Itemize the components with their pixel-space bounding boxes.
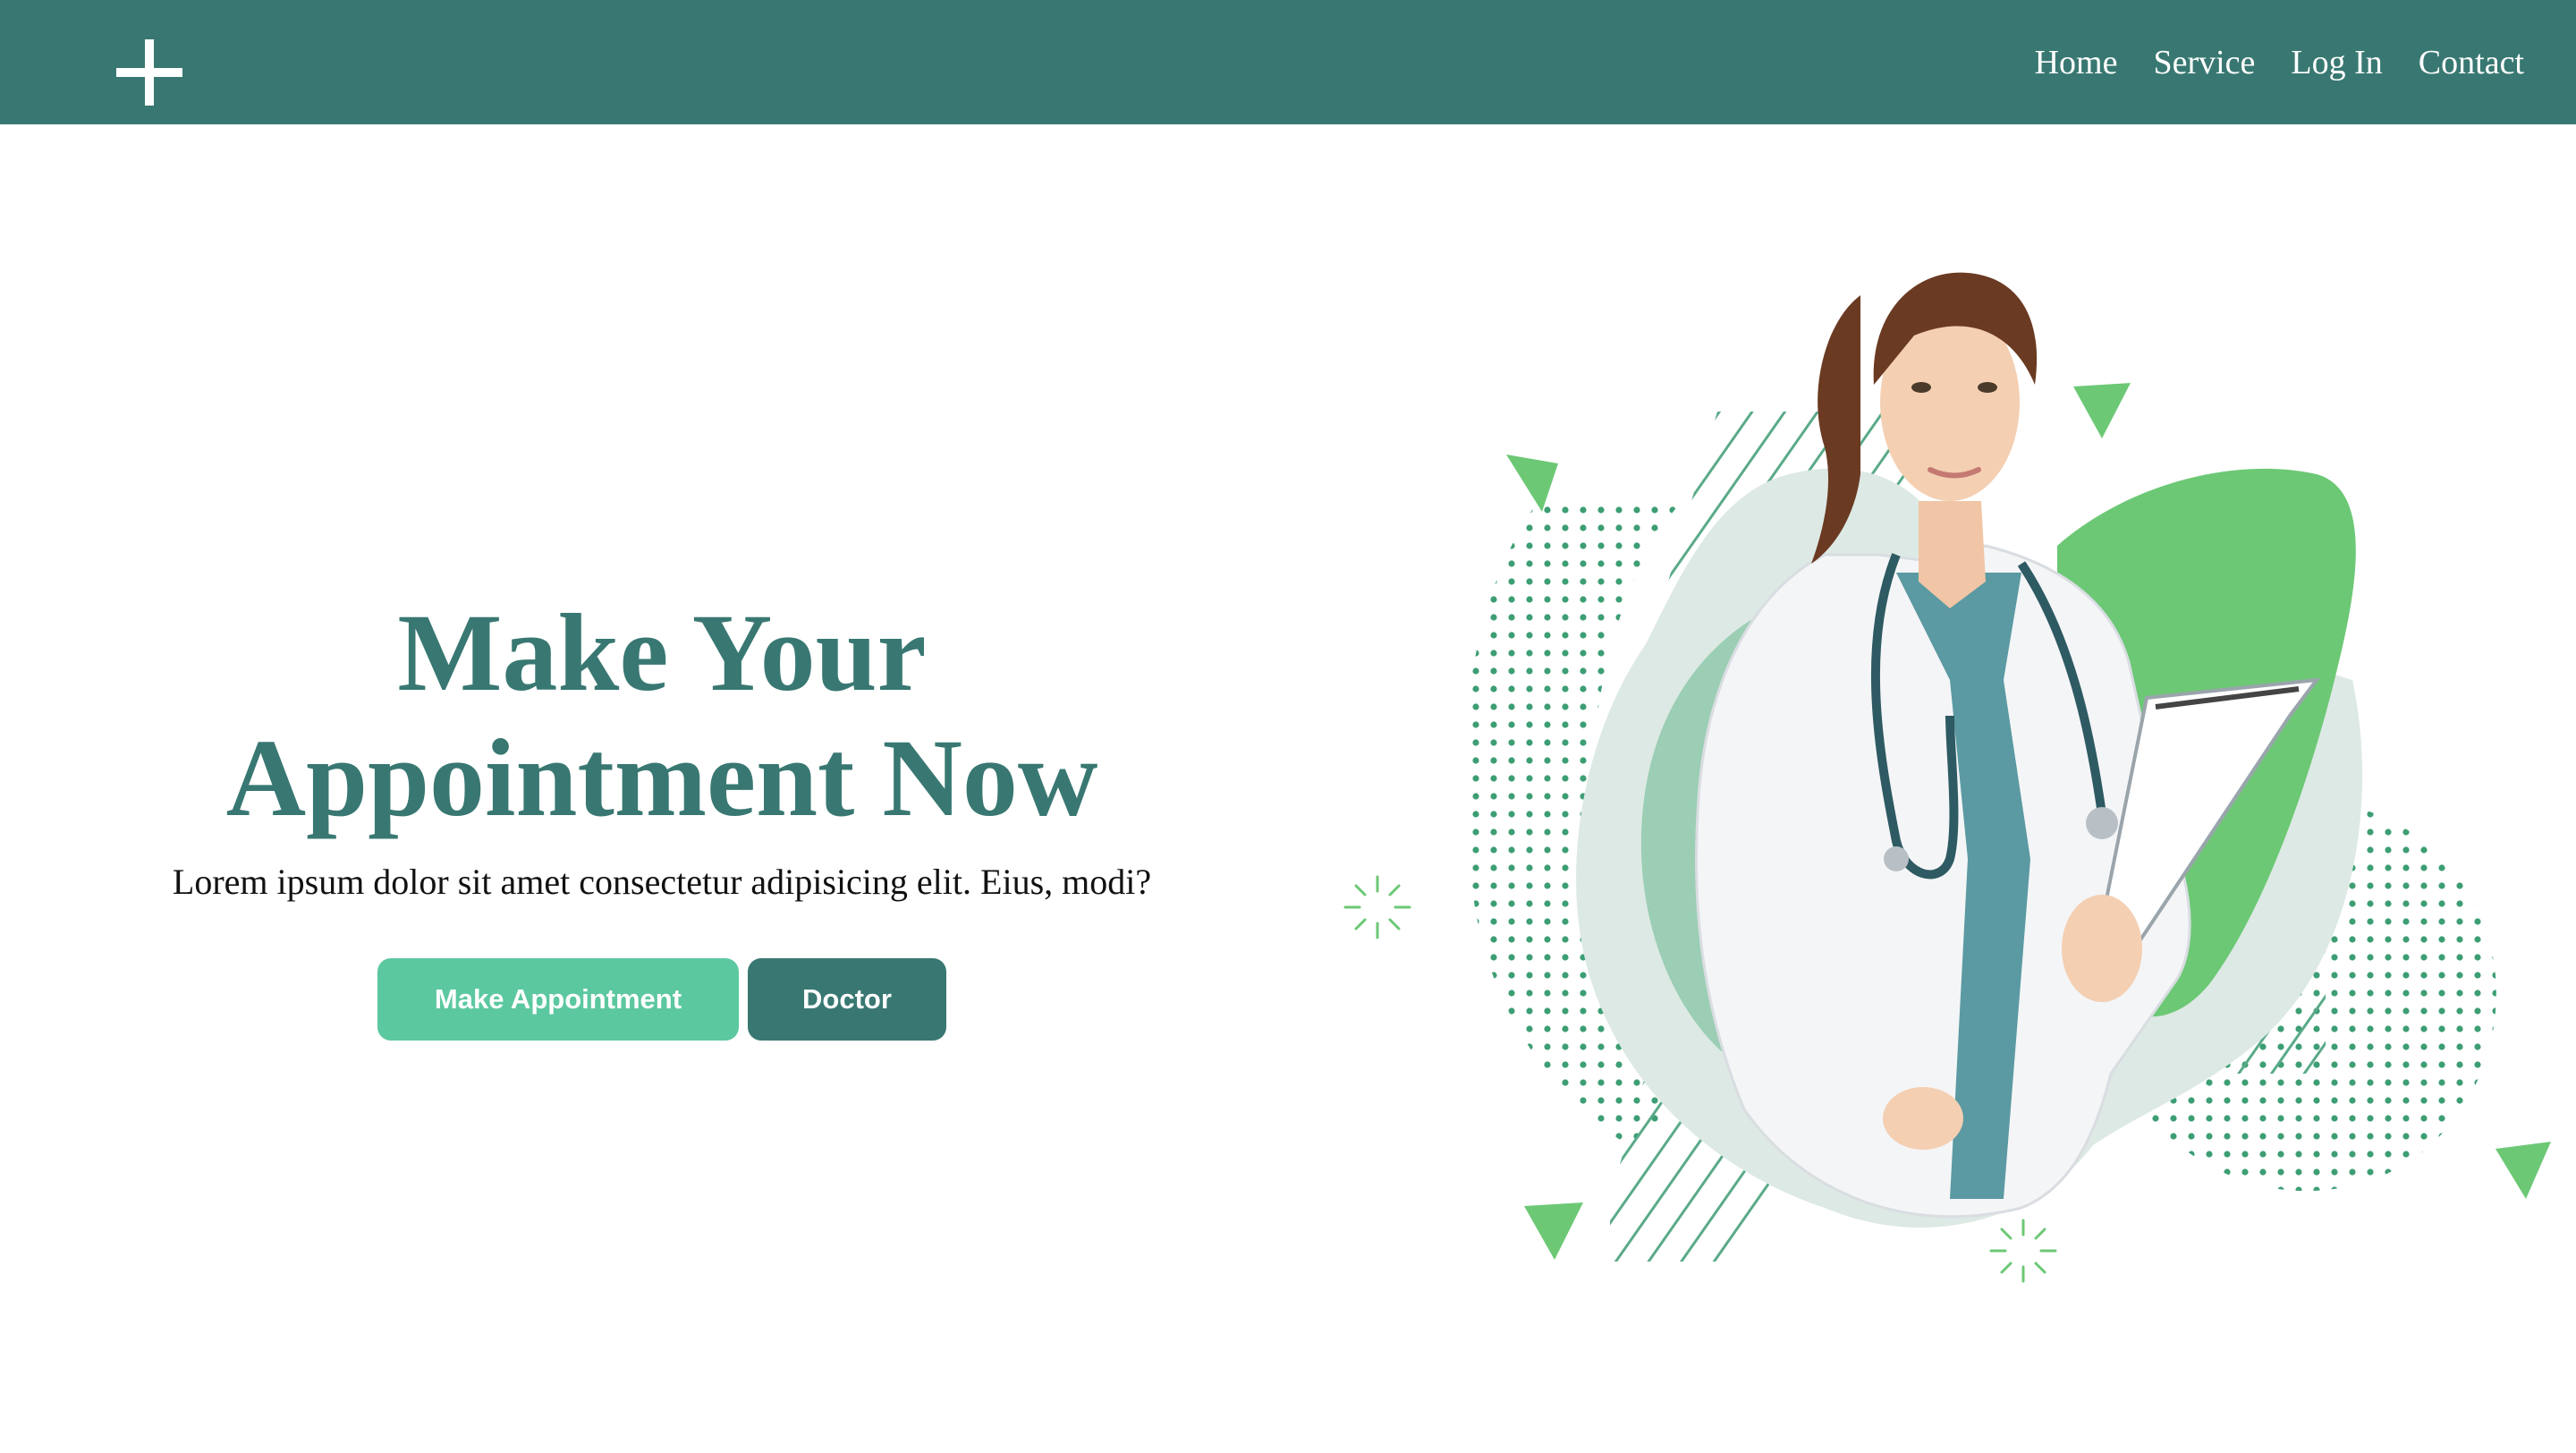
make-appointment-button[interactable]: Make Appointment	[377, 958, 739, 1041]
triangle-decoration-2	[2073, 383, 2131, 438]
hero-subtitle: Lorem ipsum dolor sit amet consectetur a…	[172, 862, 1152, 902]
nav-contact-link[interactable]: Contact	[2419, 43, 2524, 82]
nav-service-link[interactable]: Service	[2153, 43, 2255, 82]
nav-home-link[interactable]: Home	[2035, 43, 2118, 82]
hero-title-line2: Appointment Now	[225, 717, 1098, 839]
sparkle-decoration-left	[1343, 875, 1411, 939]
top-navbar: Home Service Log In Contact	[0, 0, 2576, 124]
doctor-illustration	[1324, 179, 2576, 1342]
hero-title: Make Your Appointment Now	[125, 591, 1199, 841]
triangle-decoration-3	[1524, 1202, 1583, 1260]
plus-icon[interactable]	[116, 39, 182, 106]
nav-menu: Home Service Log In Contact	[2035, 34, 2524, 91]
triangle-decoration-4	[2496, 1142, 2551, 1199]
doctor-button[interactable]: Doctor	[748, 958, 946, 1041]
sparkle-decoration-bottom	[1989, 1219, 2057, 1283]
hero-title-line1: Make Your	[397, 591, 927, 714]
nav-login-link[interactable]: Log In	[2291, 43, 2382, 82]
